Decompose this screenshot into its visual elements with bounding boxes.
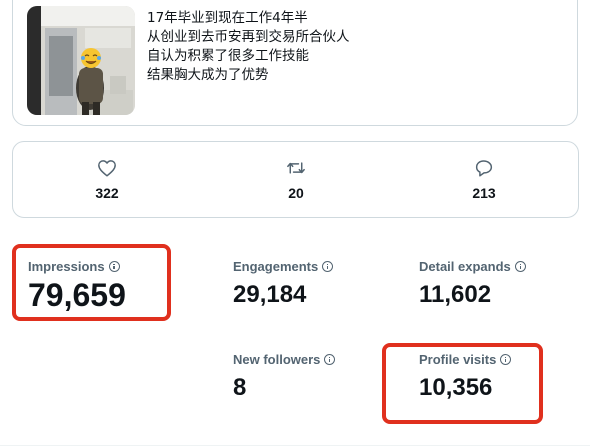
- tweet-line: 结果胸大成为了优势: [147, 67, 269, 83]
- retweets-count: 20: [288, 185, 304, 201]
- engagements-metric: Engagements 29,184: [233, 259, 334, 309]
- likes-count: 322: [95, 185, 119, 201]
- reply-icon: [475, 160, 493, 177]
- replies-stat[interactable]: 213: [454, 159, 514, 201]
- impressions-highlight: [12, 244, 171, 321]
- divider: [0, 445, 590, 446]
- mirror-selfie-image: [27, 6, 135, 115]
- heart-icon: [98, 160, 116, 177]
- new-followers-label: New followers: [233, 352, 321, 367]
- detail-expands-label: Detail expands: [419, 259, 511, 274]
- detail-expands-value: 11,602: [419, 281, 492, 308]
- info-icon[interactable]: [514, 261, 526, 272]
- engagements-value: 29,184: [233, 281, 307, 308]
- info-icon[interactable]: [324, 354, 336, 365]
- profile-visits-highlight: [382, 343, 543, 424]
- likes-stat[interactable]: 322: [77, 159, 137, 201]
- tweet-line: 从创业到去币安再到交易所合伙人: [147, 29, 350, 45]
- tweet-line: 17年毕业到现在工作4年半: [147, 10, 308, 26]
- replies-count: 213: [472, 185, 496, 201]
- new-followers-value: 8: [233, 374, 247, 401]
- engagements-label: Engagements: [233, 259, 319, 274]
- detail-expands-metric: Detail expands 11,602: [419, 259, 526, 309]
- new-followers-metric: New followers 8: [233, 352, 336, 402]
- tweet-line: 自认为积累了很多工作技能: [147, 48, 309, 64]
- retweets-stat[interactable]: 20: [266, 159, 326, 201]
- tweet-text: 17年毕业到现在工作4年半 从创业到去币安再到交易所合伙人 自认为积累了很多工作…: [147, 9, 350, 85]
- retweet-icon: [287, 162, 305, 174]
- tweet-photo[interactable]: [27, 6, 135, 115]
- info-icon[interactable]: [322, 261, 334, 272]
